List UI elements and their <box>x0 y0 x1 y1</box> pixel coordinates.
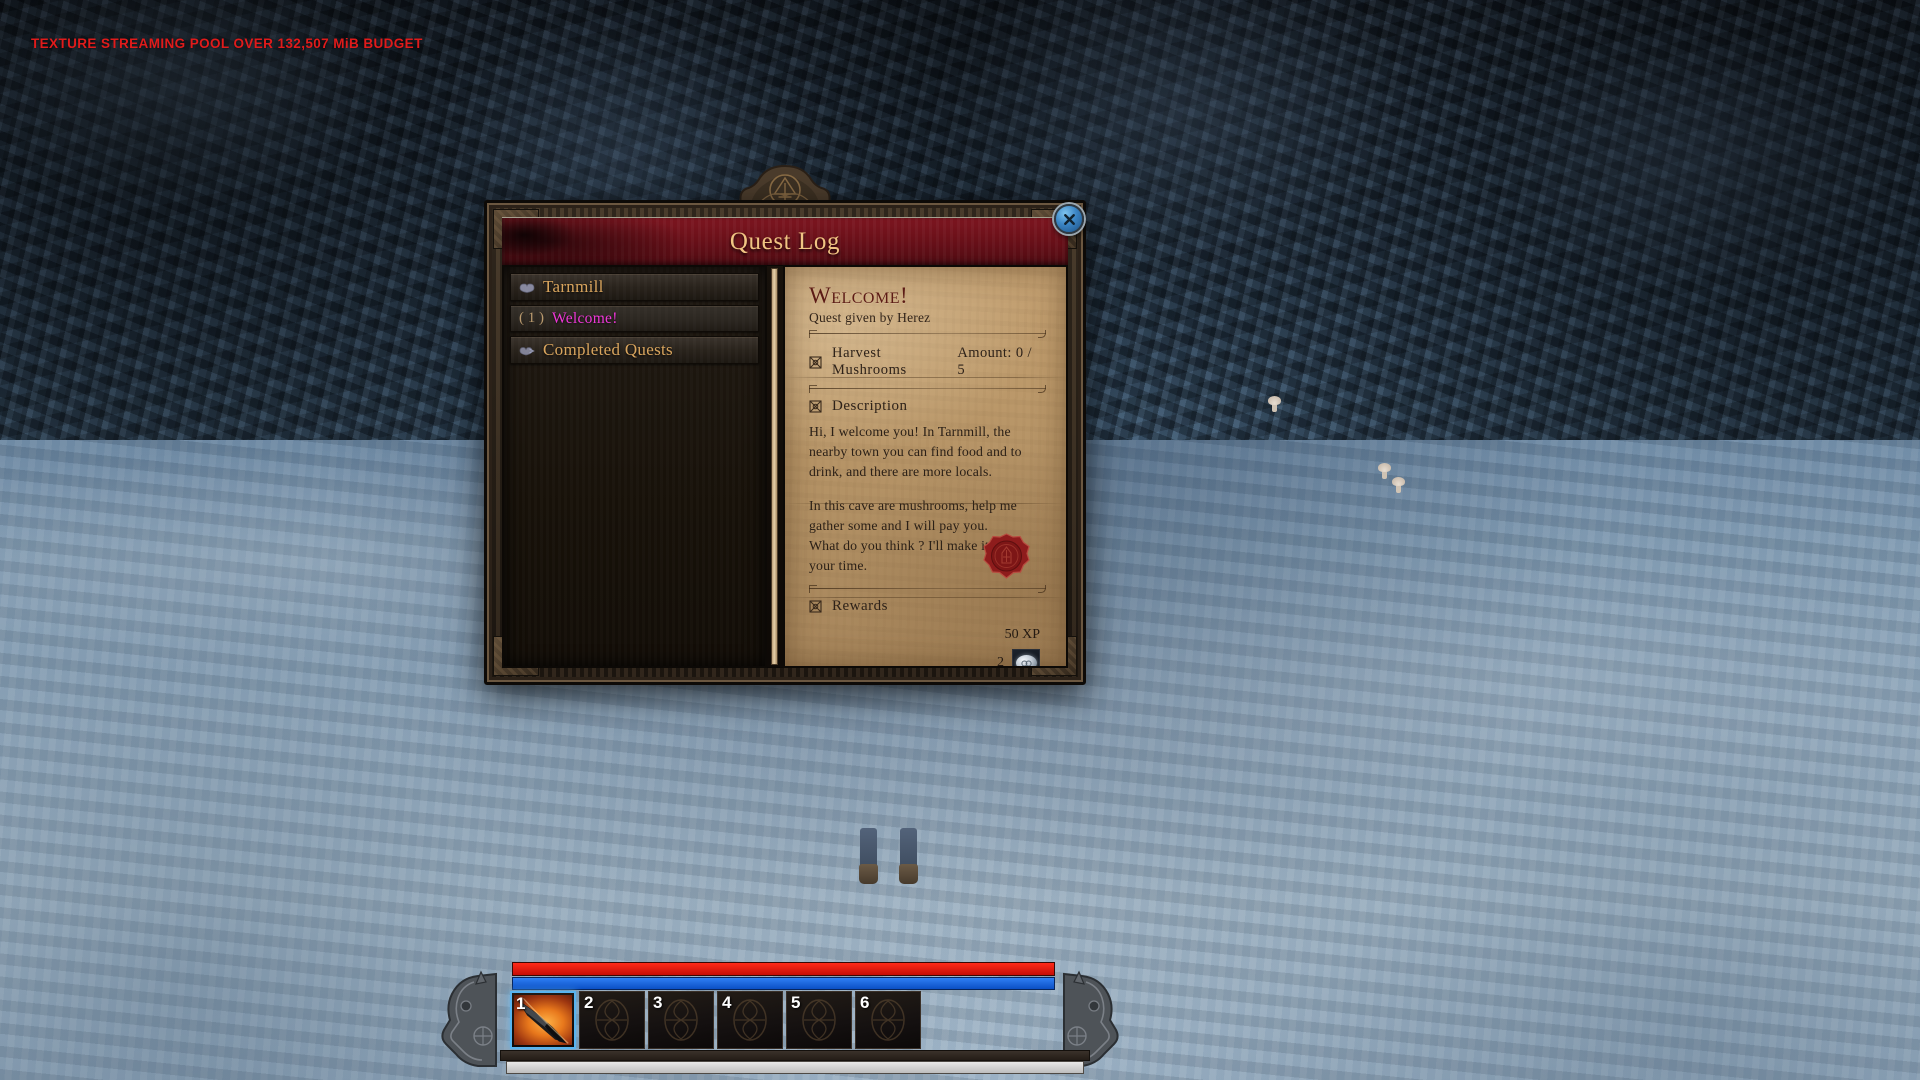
reward-xp-value: 50 XP <box>1004 627 1040 642</box>
reward-item-slot[interactable] <box>1012 649 1040 666</box>
quest-group-label: Tarnmill <box>543 277 604 296</box>
description-paragraph: Hi, I welcome you! In Tarnmill, the near… <box>809 424 1022 479</box>
empty-slot-knot-icon <box>733 999 767 1041</box>
quest-giver-label: Quest given by Herez <box>809 310 931 325</box>
empty-slot-knot-icon <box>802 999 836 1041</box>
section-title: Description <box>832 398 908 414</box>
objective-amount-label: Amount: <box>957 345 1012 361</box>
hotbar-key-label: 5 <box>791 993 801 1012</box>
mushroom-prop <box>1268 395 1281 412</box>
divider <box>809 585 1046 593</box>
hotbar-key-label: 2 <box>584 993 594 1012</box>
objective-name: Harvest Mushrooms <box>832 345 907 378</box>
celtic-knot-icon <box>809 355 822 369</box>
shield-crest-icon <box>519 283 535 293</box>
celtic-knot-icon <box>809 600 822 613</box>
quest-list-panel: Tarnmill ( 1 ) Welcome! Completed Quests <box>502 265 767 668</box>
hotbar-slot-2[interactable]: 2 <box>579 991 645 1049</box>
quest-list-item-welcome[interactable]: ( 1 ) Welcome! <box>510 305 759 332</box>
page-title: Quest Log <box>729 227 841 255</box>
quest-group-completed[interactable]: Completed Quests <box>510 336 759 364</box>
description-header: Description <box>809 398 1046 415</box>
texture-streaming-warning: TEXTURE STREAMING POOL OVER 132,507 MiB … <box>31 36 423 51</box>
hotbar-slot-6[interactable]: 6 <box>855 991 921 1049</box>
reward-item-row: 2 <box>809 649 1046 668</box>
celtic-knot-icon <box>809 400 822 413</box>
hotbar-key-label: 6 <box>860 993 870 1012</box>
hotbar-slot-1[interactable]: 1 <box>510 991 576 1049</box>
health-bar <box>512 962 1055 976</box>
empty-slot-knot-icon <box>595 999 629 1041</box>
empty-slot-knot-icon <box>664 999 698 1041</box>
hotbar-slot-3[interactable]: 3 <box>648 991 714 1049</box>
hotbar-key-label: 3 <box>653 993 663 1012</box>
mushroom-prop <box>1392 476 1405 493</box>
quest-group-tarnmill[interactable]: Tarnmill <box>510 273 759 301</box>
quest-list-scrollbar[interactable] <box>767 265 783 668</box>
quest-log-title-bar: Quest Log <box>502 204 1084 266</box>
divider <box>809 330 1046 338</box>
wax-seal-icon <box>983 533 1030 579</box>
double-chevron-icon <box>519 346 535 355</box>
description-paragraph: In this cave are mushrooms, help me gath… <box>809 498 1017 533</box>
quest-title-label: Welcome! <box>552 309 618 327</box>
quest-index-label: ( 1 ) <box>519 310 544 326</box>
quest-log-window: Quest Log Tarnmill ( 1 ) Welcome! Comple… <box>484 164 1086 685</box>
mushroom-prop <box>1378 462 1391 479</box>
quest-panel-frame: Quest Log Tarnmill ( 1 ) Welcome! Comple… <box>484 200 1086 685</box>
reward-item-count: 2 <box>997 655 1004 668</box>
quest-detail-title: Welcome! <box>809 283 909 308</box>
hotbar-slot-4[interactable]: 4 <box>717 991 783 1049</box>
quest-group-label: Completed Quests <box>543 340 673 359</box>
hotbar-key-label: 1 <box>516 994 526 1013</box>
close-icon[interactable] <box>1054 204 1084 234</box>
hotbar-key-label: 4 <box>722 993 732 1012</box>
divider <box>809 385 1046 393</box>
quest-log-content: Tarnmill ( 1 ) Welcome! Completed Quests <box>502 265 1068 668</box>
hotbar-slot-5[interactable]: 5 <box>786 991 852 1049</box>
silver-coin-icon <box>1015 655 1037 666</box>
quest-detail-parchment: Welcome! Quest given by Herez Harvest Mu… <box>783 265 1068 668</box>
section-title: Rewards <box>832 598 888 614</box>
hud-hotbar-area: 1 2 3 4 5 6 <box>0 950 1920 1080</box>
quest-objective-row: Harvest Mushrooms Amount: 0 / 5 <box>809 343 1046 381</box>
rewards-header: Rewards <box>809 598 1046 615</box>
hotbar-slots: 1 2 3 4 5 6 <box>510 991 1080 1049</box>
player-character-legs <box>859 828 930 886</box>
mana-bar <box>512 977 1055 990</box>
hotbar-rail <box>500 1050 1090 1061</box>
experience-bar <box>506 1061 1084 1074</box>
scrollbar-thumb[interactable] <box>771 268 778 665</box>
empty-slot-knot-icon <box>871 999 905 1041</box>
